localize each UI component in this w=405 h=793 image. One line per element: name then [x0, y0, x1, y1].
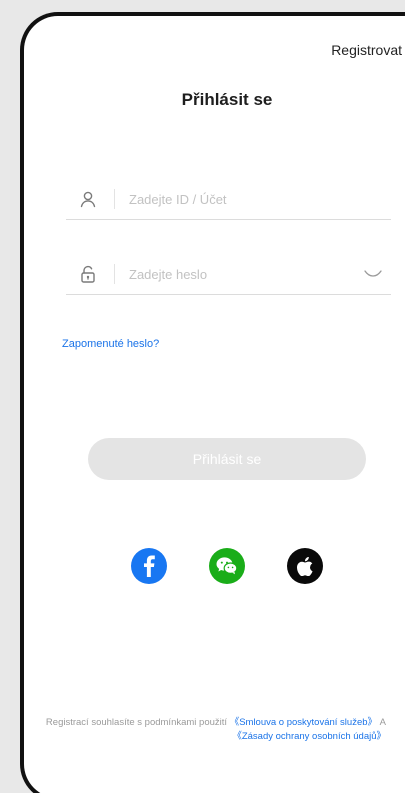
- eye-closed-icon[interactable]: [363, 267, 383, 281]
- screen: Registrovat Přihlásit se Zadejte ID / Úč…: [0, 0, 405, 793]
- service-agreement-link[interactable]: 《Smlouva o poskytování služeb》: [230, 717, 377, 728]
- field-divider: [114, 264, 115, 284]
- terms-text: Registrací souhlasíte s podmínkami použi…: [45, 717, 230, 728]
- page-title: Přihlásit se: [181, 90, 273, 109]
- forgot-password-link[interactable]: Zapomenuté heslo?: [62, 338, 159, 350]
- user-icon: [76, 187, 100, 211]
- wechat-icon[interactable]: [209, 548, 245, 584]
- terms-joiner: A: [377, 717, 386, 728]
- password-field[interactable]: [66, 254, 391, 295]
- social-login-row: [24, 548, 405, 584]
- facebook-icon[interactable]: [131, 548, 167, 584]
- password-input[interactable]: [129, 266, 339, 282]
- login-button[interactable]: Přihlásit se: [88, 438, 366, 480]
- privacy-policy-link[interactable]: 《Zásady ochrany osobních údajů》: [232, 731, 386, 742]
- field-divider: [114, 189, 115, 209]
- terms-notice: Registrací souhlasíte s podmínkami použi…: [24, 716, 386, 744]
- account-field[interactable]: [66, 179, 391, 220]
- lock-icon: [76, 262, 100, 286]
- register-link[interactable]: Registrovat: [331, 42, 402, 58]
- phone-frame: Registrovat Přihlásit se Zadejte ID / Úč…: [20, 12, 405, 793]
- account-input[interactable]: [129, 191, 339, 207]
- apple-icon[interactable]: [287, 548, 323, 584]
